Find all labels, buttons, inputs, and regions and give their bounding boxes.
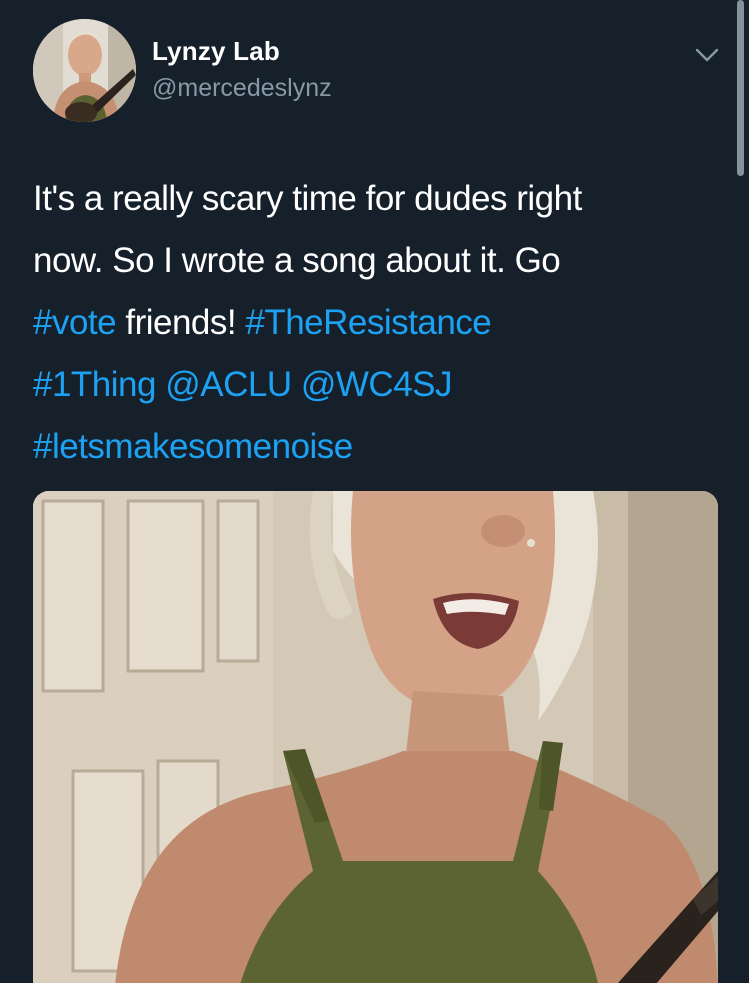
hashtag-link[interactable]: #TheResistance [245,303,491,342]
hashtag-link[interactable]: #1Thing [33,365,156,404]
tweet-text-line: now. So I wrote a song about it. Go [33,241,561,280]
avatar[interactable] [33,19,136,122]
avatar-image [33,19,136,122]
video-media[interactable] [33,491,718,983]
hashtag-link[interactable]: #vote [33,303,117,342]
chevron-down-icon[interactable] [692,40,722,70]
tweet-text-line: #1Thing @ACLU @WC4SJ [33,354,723,416]
mention-link[interactable]: @WC4SJ [301,365,453,404]
video-thumbnail [33,491,718,983]
tweet-text-line: #vote friends! #TheResistance [33,292,723,354]
tweet-text-line: #letsmakesomenoise [33,416,723,478]
tweet-text: It's a really scary time for dudes right… [33,168,723,478]
scrollbar[interactable] [737,0,744,176]
hashtag-link[interactable]: #letsmakesomenoise [33,427,353,466]
tweet-text-fragment: friends! [116,303,246,342]
mention-link[interactable]: @ACLU [165,365,292,404]
display-name[interactable]: Lynzy Lab [152,36,280,67]
user-handle[interactable]: @mercedeslynz [152,74,332,103]
tweet-screen: Lynzy Lab @mercedeslynz It's a really sc… [0,0,749,983]
tweet-text-line: It's a really scary time for dudes right [33,179,582,218]
